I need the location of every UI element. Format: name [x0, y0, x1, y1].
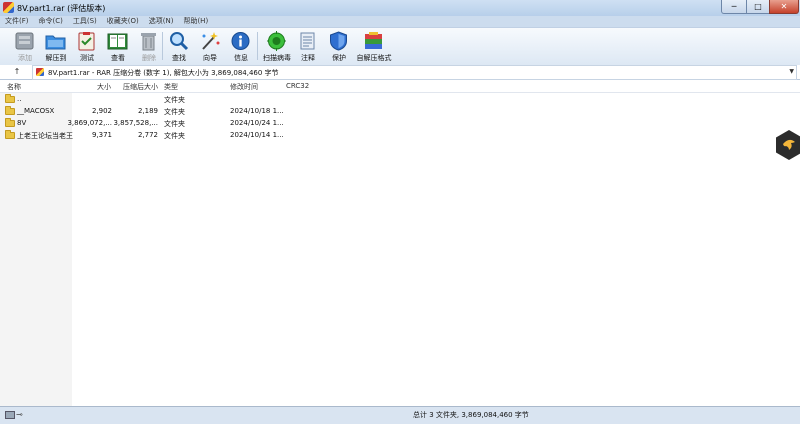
file-modified: 2024/10/14 1...	[230, 131, 284, 139]
magic-wand-icon	[202, 32, 220, 50]
shield-icon	[330, 31, 347, 51]
sfx-books-icon	[365, 32, 382, 49]
column-crc32[interactable]: CRC32	[286, 82, 309, 90]
floating-assistant-icon[interactable]	[775, 129, 800, 161]
file-name: 8V	[17, 119, 27, 127]
sfx-label: 自解压格式	[356, 54, 392, 62]
title-bar: 8V.part1.rar (评估版本) ─ □ ✕	[0, 0, 800, 16]
rar-file-icon	[36, 68, 44, 76]
archive-path-text: 8V.part1.rar - RAR 压缩分卷 (数字 1), 解包大小为 3,…	[48, 69, 279, 77]
view-book-icon	[107, 33, 128, 50]
column-name[interactable]: 名称	[7, 82, 21, 92]
file-size: 9,371	[91, 131, 112, 139]
menu-file[interactable]: 文件(F)	[0, 16, 34, 27]
file-modified: 2024/10/18 1...	[230, 107, 284, 115]
file-type: 文件夹	[164, 108, 185, 116]
folder-icon	[5, 130, 15, 139]
info-button[interactable]: 信息	[226, 30, 256, 63]
window-title: 8V.part1.rar (评估版本)	[17, 4, 106, 13]
file-packed-size: 2,772	[137, 131, 158, 139]
trash-icon	[141, 33, 156, 51]
address-bar: ↑ 8V.part1.rar - RAR 压缩分卷 (数字 1), 解包大小为 …	[0, 65, 800, 80]
test-clipboard-icon	[78, 32, 95, 51]
folder-icon	[5, 94, 15, 103]
column-packed[interactable]: 压缩后大小	[123, 82, 158, 92]
add-archive-icon	[15, 32, 34, 50]
file-name: ..	[17, 95, 22, 103]
folder-icon	[5, 118, 15, 127]
protect-button[interactable]: 保护	[324, 30, 354, 63]
menu-tools[interactable]: 工具(S)	[68, 16, 102, 27]
menu-help[interactable]: 帮助(H)	[178, 16, 213, 27]
winrar-app-icon	[3, 2, 14, 13]
menu-favorites[interactable]: 收藏夹(O)	[102, 16, 144, 27]
sfx-button[interactable]: 自解压格式	[357, 30, 392, 63]
file-type: 文件夹	[164, 132, 185, 140]
menu-bar: 文件(F) 命令(C) 工具(S) 收藏夹(O) 选项(N) 帮助(H)	[0, 16, 800, 27]
path-dropdown-icon[interactable]: ▼	[789, 68, 794, 75]
folder-icon	[5, 106, 15, 115]
file-name: __MACOSX	[17, 107, 55, 115]
minimize-button[interactable]: ─	[721, 0, 747, 14]
magnifier-icon	[170, 32, 189, 51]
toolbar: 添加 解压到 测试 查看 删除 查找 向导 信息 扫描病毒 注释 保护 自解压格…	[0, 27, 800, 66]
up-level-button[interactable]: ↑	[8, 66, 26, 78]
file-list: 名称 大小 压缩后大小 类型 修改时间 CRC32 .. 文件夹 __MACOS…	[0, 80, 800, 406]
archive-path-field[interactable]: 8V.part1.rar - RAR 压缩分卷 (数字 1), 解包大小为 3,…	[32, 65, 797, 80]
list-item[interactable]: .. 文件夹	[0, 94, 300, 105]
menu-options[interactable]: 选项(N)	[144, 16, 179, 27]
maximize-button[interactable]: □	[746, 0, 770, 14]
virus-scan-icon	[267, 31, 286, 51]
column-modified[interactable]: 修改时间	[230, 82, 258, 92]
file-type: 文件夹	[164, 120, 185, 128]
status-bar: ⊸ 总计 3 文件夹, 3,869,084,460 字节	[0, 406, 800, 424]
file-packed-size: 3,857,528,...	[113, 119, 158, 127]
file-modified: 2024/10/24 1...	[230, 119, 284, 127]
file-packed-size: 2,189	[137, 107, 158, 115]
column-header: 名称 大小 压缩后大小 类型 修改时间 CRC32	[0, 80, 800, 93]
info-icon	[231, 32, 250, 50]
list-item[interactable]: 上老王论坛当老王 9,371 2,772 文件夹 2024/10/14 1...	[0, 130, 300, 141]
column-size[interactable]: 大小	[97, 82, 111, 92]
file-size: 2,902	[91, 107, 112, 115]
file-type: 文件夹	[164, 96, 185, 104]
close-button[interactable]: ✕	[769, 0, 799, 14]
drive-icon	[5, 411, 15, 419]
comment-note-icon	[300, 32, 315, 50]
list-item[interactable]: 8V 3,869,072,... 3,857,528,... 文件夹 2024/…	[0, 118, 300, 129]
list-item[interactable]: __MACOSX 2,902 2,189 文件夹 2024/10/18 1...	[0, 106, 300, 117]
menu-commands[interactable]: 命令(C)	[34, 16, 68, 27]
key-icon: ⊸	[16, 410, 23, 419]
column-type[interactable]: 类型	[164, 82, 178, 92]
extract-folder-icon	[45, 35, 66, 50]
file-size: 3,869,072,...	[67, 119, 112, 127]
status-summary: 总计 3 文件夹, 3,869,084,460 字节	[413, 411, 529, 419]
